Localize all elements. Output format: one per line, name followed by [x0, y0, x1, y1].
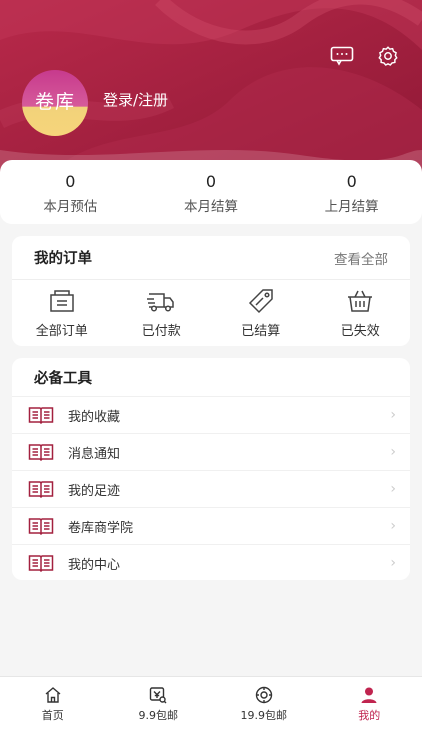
book-icon: [28, 444, 54, 461]
stat-label: 上月结算: [324, 198, 379, 215]
tool-label: 我的足迹: [68, 483, 121, 499]
book-icon: [28, 407, 54, 424]
tool-label: 我的收藏: [68, 409, 121, 425]
tab-label: 首页: [41, 709, 64, 722]
tab-label: 9.9包邮: [138, 709, 179, 722]
stat-value: 0: [205, 171, 217, 191]
tool-my-center[interactable]: 我的中心 ›: [12, 544, 410, 581]
order-all[interactable]: 全部订单: [12, 280, 112, 346]
coupon-search-icon: [150, 687, 167, 704]
chevron-right-icon: ›: [390, 407, 396, 423]
avatar-text: 卷库: [34, 90, 75, 113]
truck-icon: [147, 292, 174, 312]
tool-business-school[interactable]: 卷库商学院 ›: [12, 507, 410, 544]
order-settled-label: 已结算: [241, 323, 281, 339]
profile-header: 卷库 登录/注册: [0, 0, 422, 185]
tab-19-9-free-shipping[interactable]: 19.9包邮: [211, 677, 317, 750]
order-settled[interactable]: 已结算: [211, 280, 311, 346]
order-invalid[interactable]: 已失效: [311, 280, 411, 346]
view-all-orders-link[interactable]: 查看全部: [334, 248, 388, 268]
stat-label: 本月预估: [43, 198, 98, 215]
login-register-link[interactable]: 登录/注册: [103, 89, 168, 110]
tool-label: 卷库商学院: [68, 520, 134, 536]
chevron-right-icon: ›: [390, 555, 396, 571]
tag-icon: [248, 288, 273, 313]
earnings-stats: 0 本月预估 0 本月结算 0 上月结算: [0, 160, 422, 224]
book-icon: [28, 518, 54, 535]
tab-mine[interactable]: 我的: [317, 677, 422, 750]
stat-value: 0: [346, 171, 357, 191]
stat-this-month-settled[interactable]: 0 本月结算: [141, 160, 282, 224]
basket-icon: [348, 290, 373, 312]
tool-footprints[interactable]: 我的足迹 ›: [12, 470, 410, 507]
avatar[interactable]: 卷库: [22, 70, 88, 136]
orders-title: 我的订单: [34, 251, 92, 267]
essential-tools-card: 必备工具 我的收藏 › 消息通知 › 我的足迹 › 卷库商学院 › 我的中心 ›: [12, 358, 410, 580]
order-paid[interactable]: 已付款: [112, 280, 212, 346]
user-icon: [361, 687, 377, 703]
stat-this-month-estimate[interactable]: 0 本月预估: [0, 160, 141, 224]
order-all-label: 全部订单: [35, 323, 88, 339]
tab-label: 我的: [358, 709, 381, 722]
orders-header: 我的订单 查看全部: [12, 236, 410, 280]
tool-label: 消息通知: [68, 446, 121, 462]
chevron-right-icon: ›: [390, 444, 396, 460]
stat-label: 本月结算: [184, 198, 238, 215]
stat-last-month-settled[interactable]: 0 上月结算: [281, 160, 422, 224]
order-paid-label: 已付款: [141, 323, 181, 339]
message-icon[interactable]: [330, 44, 354, 68]
gear-circle-icon: [255, 686, 272, 704]
tab-home[interactable]: 首页: [0, 677, 106, 750]
bottom-tab-bar: 首页 9.9包邮 19.9包邮 我的: [0, 676, 422, 750]
stat-value: 0: [65, 171, 76, 191]
tool-label: 我的中心: [68, 557, 121, 573]
tab-label: 19.9包邮: [240, 709, 288, 722]
book-icon: [28, 555, 54, 572]
tool-favorites[interactable]: 我的收藏 ›: [12, 396, 410, 433]
order-status-row: 全部订单 已付款 已结算 已失效: [12, 280, 410, 346]
book-icon: [28, 481, 54, 498]
tool-notifications[interactable]: 消息通知 ›: [12, 433, 410, 470]
home-icon: [45, 687, 61, 703]
tab-9-9-free-shipping[interactable]: 9.9包邮: [106, 677, 212, 750]
my-orders-card: 我的订单 查看全部 全部订单 已付款 已结算 已失效: [12, 236, 410, 346]
tools-header: 必备工具: [12, 358, 410, 396]
tools-title: 必备工具: [34, 370, 92, 387]
gear-icon[interactable]: [376, 44, 400, 68]
order-invalid-label: 已失效: [340, 323, 380, 339]
wallet-icon: [50, 289, 74, 312]
chevron-right-icon: ›: [390, 481, 396, 497]
chevron-right-icon: ›: [390, 518, 396, 534]
